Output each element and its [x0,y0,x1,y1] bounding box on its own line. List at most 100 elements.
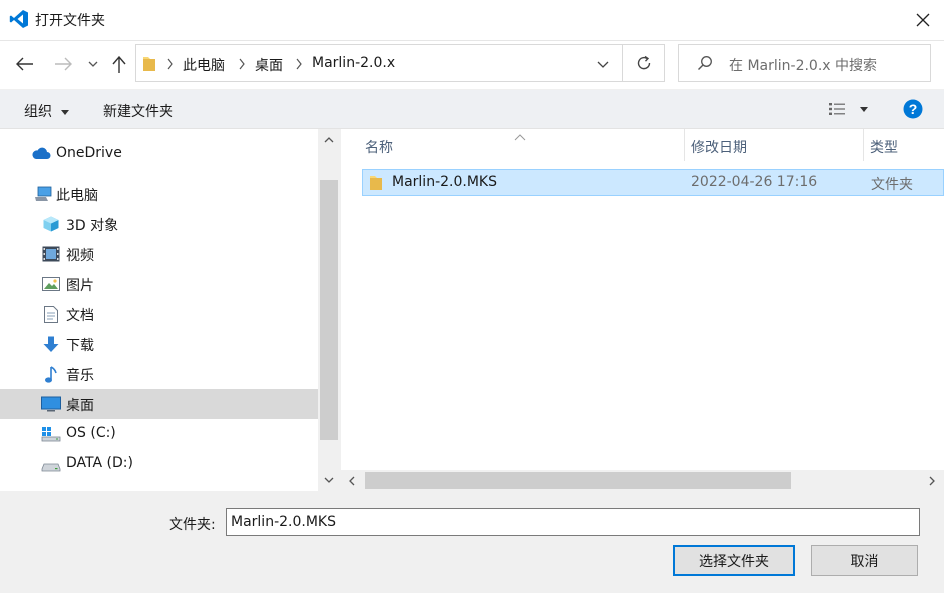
close-button[interactable] [910,7,936,33]
column-header-label: 修改日期 [691,140,747,156]
breadcrumb-this-pc[interactable]: 此电脑 [183,55,225,75]
sidebar-item-label: 桌面 [66,398,94,414]
breadcrumb-separator-icon [295,58,303,70]
file-date: 2022-04-26 17:16 [691,174,818,190]
sidebar-item-label: DATA (D:) [66,455,133,471]
breadcrumb-separator-icon [166,58,174,70]
sidebar-item-this-pc[interactable]: 此电脑 [0,179,318,209]
chevron-down-icon [88,61,98,67]
scroll-up-button[interactable] [320,131,338,149]
svg-text:?: ? [909,101,918,117]
close-icon [916,13,930,27]
drive-icon [41,456,61,472]
folder-icon [369,174,383,191]
vscode-logo-icon [9,9,29,29]
scroll-left-button[interactable] [343,472,361,489]
help-button[interactable]: ? [903,99,923,119]
music-icon [44,366,62,383]
column-header-date[interactable]: 修改日期 [691,129,861,161]
chevron-left-icon [349,476,355,485]
sidebar-item-onedrive[interactable]: OneDrive [0,139,318,169]
sidebar-item-label: 此电脑 [56,188,98,204]
file-name: Marlin-2.0.MKS [392,174,497,190]
folder-icon [142,55,156,72]
up-button[interactable] [108,52,130,78]
folder-field-label: 文件夹: [169,517,216,533]
column-divider[interactable] [684,129,685,161]
chevron-down-icon [597,61,609,68]
window-title: 打开文件夹 [35,13,105,29]
column-header-label: 名称 [365,140,393,156]
dialog-footer [0,491,944,593]
download-icon [42,336,60,352]
windows-drive-icon [41,426,61,442]
folder-name-input[interactable] [226,508,920,536]
chevron-up-icon [324,137,334,143]
sidebar-item-os-c[interactable]: OS (C:) [0,419,318,449]
cloud-icon [31,146,51,162]
breadcrumb-marlin[interactable]: Marlin-2.0.x [312,55,395,71]
address-dropdown-button[interactable] [592,54,614,74]
video-icon [42,246,60,262]
column-header-label: 类型 [870,140,898,156]
up-arrow-icon [112,56,126,73]
caret-down-icon [860,106,868,112]
back-arrow-icon [16,57,33,71]
breadcrumb-desktop[interactable]: 桌面 [255,55,283,75]
forward-button[interactable] [50,52,76,76]
help-icon: ? [903,99,923,119]
search-box[interactable]: 在 Marlin-2.0.x 中搜索 [678,44,931,82]
refresh-button[interactable] [623,44,665,82]
sidebar-item-music[interactable]: 音乐 [0,359,318,389]
sidebar-item-downloads[interactable]: 下载 [0,329,318,359]
column-header-name[interactable]: 名称 [365,129,683,161]
sidebar-item-desktop[interactable]: 桌面 [0,389,318,419]
sidebar-item-label: 下载 [66,338,94,354]
sidebar-item-videos[interactable]: 视频 [0,239,318,269]
file-type: 文件夹 [871,177,913,193]
desktop-icon [41,396,61,412]
search-placeholder: 在 Marlin-2.0.x 中搜索 [729,58,878,74]
picture-icon [42,276,60,292]
chevron-right-icon [929,476,935,485]
navigation-pane: OneDrive 此电脑 3D 对象 视频 图片 文档 下载 音乐 桌面 OS … [0,129,340,491]
new-folder-button[interactable]: 新建文件夹 [103,101,173,121]
view-options-button[interactable] [826,99,870,119]
back-button[interactable] [12,52,38,76]
file-row[interactable]: Marlin-2.0.MKS 2022-04-26 17:16 文件夹 [362,169,944,196]
sidebar-scrollbar-thumb[interactable] [320,180,338,440]
hscrollbar-thumb[interactable] [365,472,791,489]
computer-icon [34,186,52,202]
cancel-button[interactable]: 取消 [811,545,918,576]
column-divider[interactable] [863,129,864,161]
sidebar-item-documents[interactable]: 文档 [0,299,318,329]
title-bar: 打开文件夹 [0,0,944,41]
cube-icon [42,216,60,232]
scroll-down-button[interactable] [320,471,338,489]
search-icon [697,55,713,71]
refresh-icon [637,55,650,70]
caret-down-icon [61,109,70,115]
sidebar-item-label: 文档 [66,308,94,324]
details-view-icon [829,103,845,115]
document-icon [43,306,61,323]
sidebar-item-data-d[interactable]: DATA (D:) [0,449,318,479]
scroll-right-button[interactable] [923,472,941,489]
organize-label: 组织 [24,104,52,120]
sidebar-item-pictures[interactable]: 图片 [0,269,318,299]
column-header-type[interactable]: 类型 [870,129,944,161]
chevron-down-icon [324,477,334,483]
breadcrumb-separator-icon [238,58,246,70]
sidebar-item-3d-objects[interactable]: 3D 对象 [0,209,318,239]
address-bar[interactable]: 此电脑 桌面 Marlin-2.0.x [135,44,623,82]
sidebar-item-label: OS (C:) [66,425,116,441]
sidebar-item-label: OneDrive [56,145,122,161]
recent-locations-button[interactable] [84,54,102,74]
sidebar-item-label: 3D 对象 [66,218,119,234]
forward-arrow-icon [55,57,72,71]
organize-menu-button[interactable]: 组织 [24,101,70,121]
select-folder-button[interactable]: 选择文件夹 [673,545,795,576]
sidebar-item-label: 图片 [66,278,94,294]
sidebar-item-label: 视频 [66,248,94,264]
sidebar-item-label: 音乐 [66,368,94,384]
